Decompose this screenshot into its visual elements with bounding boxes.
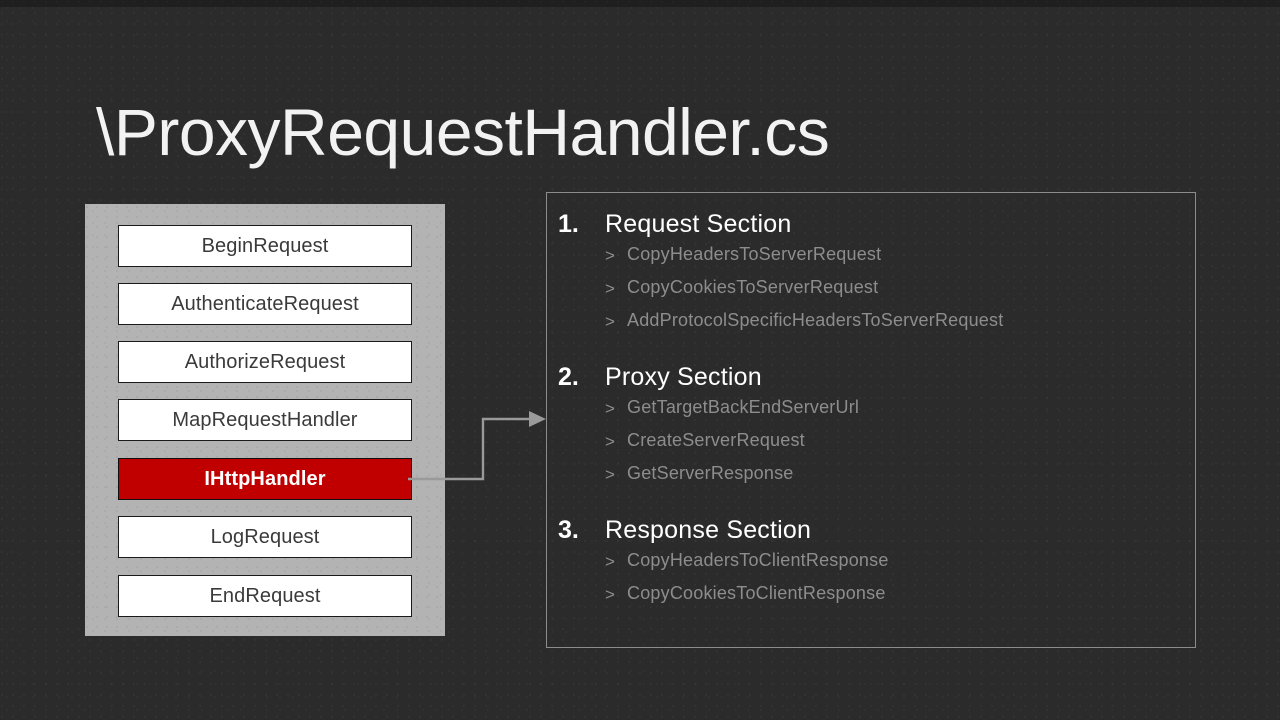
chevron-right-icon: > (605, 432, 615, 451)
section-item-label: CopyHeadersToClientResponse (627, 550, 889, 570)
chevron-right-icon: > (605, 585, 615, 604)
pipeline-stage-ihttphandler[interactable]: IHttpHandler (118, 458, 412, 500)
pipeline-stage-label: IHttpHandler (204, 467, 326, 490)
details-section-request: 1. Request Section > CopyHeadersToServer… (547, 210, 1195, 343)
chevron-right-icon: > (605, 279, 615, 298)
section-item[interactable]: > CopyHeadersToServerRequest (547, 244, 1195, 277)
connector-arrow (408, 411, 546, 481)
chevron-right-icon: > (605, 552, 615, 571)
section-item-label: CreateServerRequest (627, 430, 805, 450)
connector-line (408, 417, 531, 481)
page-title: \ProxyRequestHandler.cs (96, 95, 830, 170)
section-title: Response Section (605, 516, 812, 544)
details-section-proxy: 2. Proxy Section > GetTargetBackEndServe… (547, 363, 1195, 496)
pipeline-stage-authorizerequest[interactable]: AuthorizeRequest (118, 341, 412, 383)
section-item[interactable]: > AddProtocolSpecificHeadersToServerRequ… (547, 310, 1195, 343)
section-item-label: CopyCookiesToServerRequest (627, 277, 879, 297)
section-item-label: GetServerResponse (627, 463, 794, 483)
top-edge-band (0, 0, 1280, 7)
pipeline-stage-label: LogRequest (210, 525, 320, 548)
section-item-label: AddProtocolSpecificHeadersToServerReques… (627, 310, 1004, 330)
section-heading: 3. Response Section (547, 516, 1195, 550)
pipeline-stage-label: AuthorizeRequest (184, 350, 346, 373)
pipeline-stage-label: BeginRequest (201, 234, 329, 257)
section-item[interactable]: > CreateServerRequest (547, 430, 1195, 463)
section-title: Proxy Section (605, 363, 762, 391)
section-item[interactable]: > CopyCookiesToServerRequest (547, 277, 1195, 310)
section-item[interactable]: > GetServerResponse (547, 463, 1195, 496)
chevron-right-icon: > (605, 312, 615, 331)
chevron-right-icon: > (605, 465, 615, 484)
section-item-label: GetTargetBackEndServerUrl (627, 397, 860, 417)
pipeline-stage-endrequest[interactable]: EndRequest (118, 575, 412, 617)
details-section-response: 3. Response Section > CopyHeadersToClien… (547, 516, 1195, 616)
section-number: 1. (558, 210, 579, 238)
pipeline-panel: BeginRequest AuthenticateRequest Authori… (85, 204, 445, 636)
section-item[interactable]: > CopyCookiesToClientResponse (547, 583, 1195, 616)
slide-canvas: \ProxyRequestHandler.cs BeginRequest Aut… (0, 0, 1280, 720)
section-item[interactable]: > GetTargetBackEndServerUrl (547, 397, 1195, 430)
pipeline-stage-label: EndRequest (209, 584, 321, 607)
section-item[interactable]: > CopyHeadersToClientResponse (547, 550, 1195, 583)
section-title: Request Section (605, 210, 792, 238)
section-heading: 2. Proxy Section (547, 363, 1195, 397)
pipeline-stage-logrequest[interactable]: LogRequest (118, 516, 412, 558)
pipeline-stage-label: AuthenticateRequest (171, 292, 359, 315)
section-item-label: CopyHeadersToServerRequest (627, 244, 882, 264)
section-number: 2. (558, 363, 579, 391)
pipeline-stage-label: MapRequestHandler (172, 408, 358, 431)
section-item-label: CopyCookiesToClientResponse (627, 583, 886, 603)
pipeline-stage-beginrequest[interactable]: BeginRequest (118, 225, 412, 267)
section-heading: 1. Request Section (547, 210, 1195, 244)
pipeline-stage-authenticaterequest[interactable]: AuthenticateRequest (118, 283, 412, 325)
details-panel: 1. Request Section > CopyHeadersToServer… (546, 192, 1196, 648)
pipeline-stage-maprequesthandler[interactable]: MapRequestHandler (118, 399, 412, 441)
section-number: 3. (558, 516, 579, 544)
chevron-right-icon: > (605, 399, 615, 418)
connector-arrowhead (529, 411, 546, 427)
chevron-right-icon: > (605, 246, 615, 265)
